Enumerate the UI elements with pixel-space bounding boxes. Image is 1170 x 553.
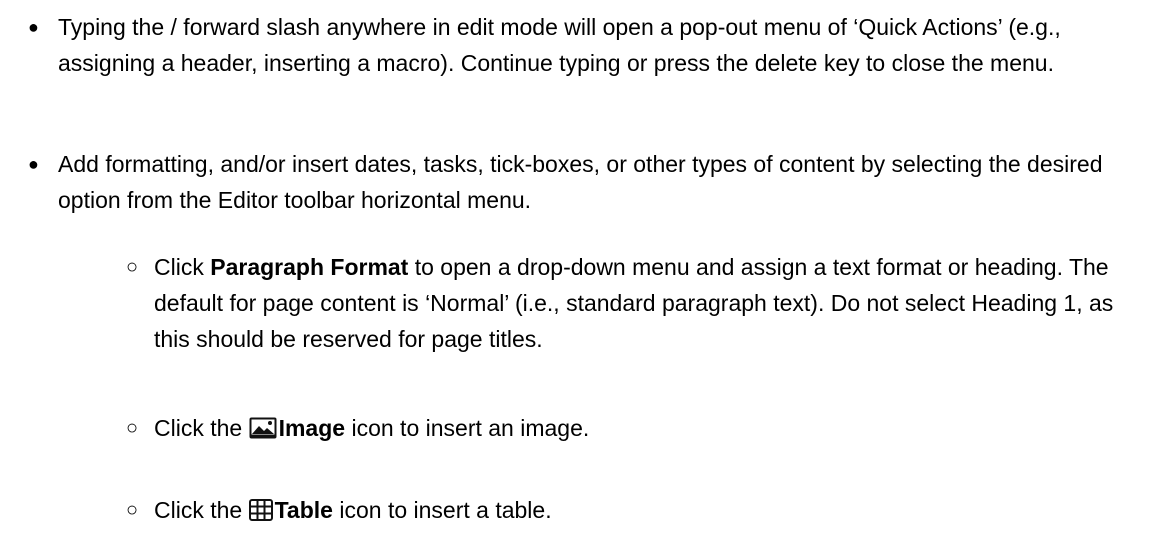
image-icon	[249, 413, 277, 449]
list-item-text: Typing the / forward slash anywhere in e…	[58, 14, 1061, 76]
sub-item-prefix: Click the	[154, 497, 249, 523]
sub-item-bold: Image	[278, 415, 346, 441]
sub-item-bold: Paragraph Format	[210, 254, 409, 280]
bullet-marker: ●	[28, 154, 39, 174]
bullet-marker: ●	[28, 17, 39, 37]
list-item-text: Add formatting, and/or insert dates, tas…	[58, 151, 1103, 213]
sub-list-item-text: Click Paragraph Format to open a drop-do…	[154, 249, 1130, 357]
sub-item-prefix: Click	[154, 254, 211, 280]
table-icon	[248, 495, 273, 531]
sub-item-suffix: icon to insert a table.	[332, 497, 552, 523]
sub-item-bold: Table	[274, 497, 333, 523]
sub-list-item-text: Click the Table icon to insert a table.	[154, 492, 1130, 531]
sub-bullet-marker: ○	[126, 499, 139, 521]
sub-bullet-marker: ○	[126, 256, 139, 278]
sub-item-prefix: Click the	[154, 415, 249, 441]
sub-item-suffix: icon to insert an image.	[345, 415, 590, 441]
sub-bullet-marker: ○	[126, 417, 139, 439]
sub-list-item-text: Click the Image icon to insert an image.	[154, 410, 1130, 449]
